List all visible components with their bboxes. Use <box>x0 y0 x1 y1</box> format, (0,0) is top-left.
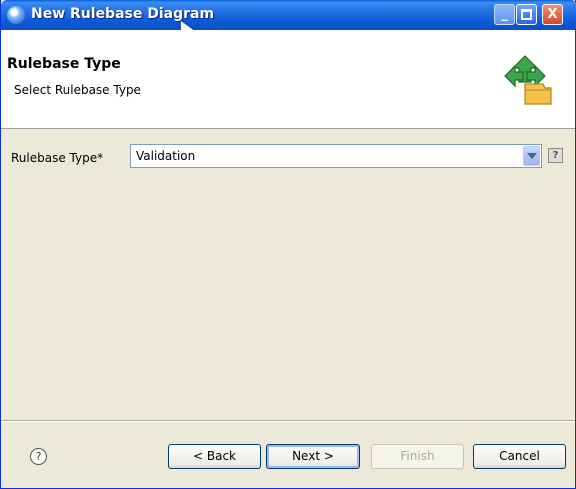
footer-divider-highlight <box>1 421 575 422</box>
field-help-button[interactable]: ? <box>548 148 563 163</box>
dialog-window: New Rulebase Diagram _ X Rulebase Type S… <box>0 0 576 489</box>
next-button[interactable]: Next > <box>266 444 360 469</box>
title-bar[interactable]: New Rulebase Diagram _ X <box>1 0 576 37</box>
page-subtitle: Select Rulebase Type <box>14 83 141 97</box>
cancel-button[interactable]: Cancel <box>473 444 566 469</box>
dropdown-button[interactable] <box>523 146 540 166</box>
maximize-button[interactable] <box>516 4 537 25</box>
close-icon: X <box>547 7 558 22</box>
chevron-down-icon <box>527 153 537 159</box>
maximize-icon <box>521 9 532 20</box>
rulebase-type-label: Rulebase Type* <box>11 151 104 165</box>
rulebase-type-value: Validation <box>136 149 196 163</box>
close-button[interactable]: X <box>542 4 563 25</box>
minimize-icon: _ <box>501 7 508 22</box>
wizard-help-button[interactable]: ? <box>30 448 47 465</box>
rulebase-type-select[interactable]: Validation <box>130 144 542 168</box>
app-icon <box>7 6 25 24</box>
help-icon: ? <box>552 150 559 161</box>
page-title: Rulebase Type <box>7 56 121 72</box>
wizard-content: Rulebase Type* Validation ? <box>1 129 575 420</box>
minimize-button[interactable]: _ <box>494 4 515 25</box>
finish-button[interactable]: Finish <box>371 444 464 469</box>
wizard-icon <box>504 55 552 105</box>
back-button[interactable]: < Back <box>168 444 261 469</box>
wizard-header: Rulebase Type Select Rulebase Type <box>1 30 575 129</box>
